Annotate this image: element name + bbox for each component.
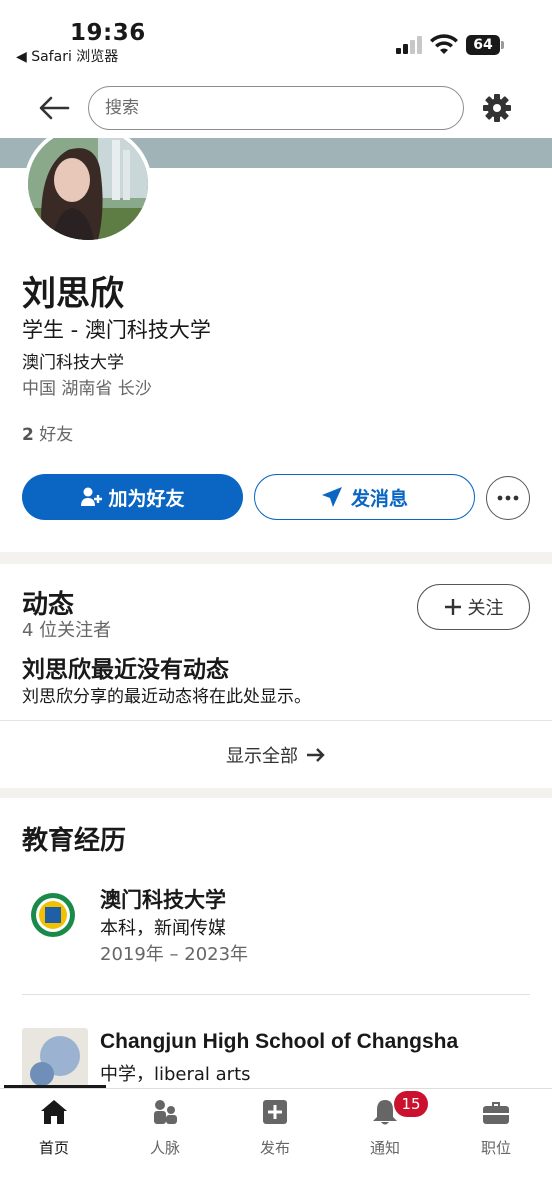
message-label: 发消息 xyxy=(350,487,408,510)
back-to-safari-link[interactable]: ◀ Safari 浏览器 xyxy=(16,46,118,66)
gear-icon[interactable] xyxy=(482,93,512,123)
tab-jobs[interactable]: 职位 xyxy=(446,1097,546,1161)
activity-empty-title: 刘思欣最近没有动态 xyxy=(22,657,229,683)
bottom-tab-bar: 首页 人脉 发布 通知 15 职位 xyxy=(0,1085,552,1200)
education-title: 教育经历 xyxy=(22,826,127,856)
profile-school[interactable]: 澳门科技大学 xyxy=(22,348,124,373)
activity-divider xyxy=(0,720,552,721)
ellipsis-icon xyxy=(497,495,519,501)
send-icon xyxy=(321,487,342,507)
tab-jobs-label: 职位 xyxy=(480,1139,511,1157)
home-icon xyxy=(41,1100,67,1124)
profile-card: 刘思欣 学生 - 澳门科技大学 澳门科技大学 中国 湖南省 长沙 2 好友 加为… xyxy=(0,138,552,552)
show-all-label: 显示全部 xyxy=(226,746,298,767)
education-degree: 本科，新闻传媒 xyxy=(100,918,226,939)
briefcase-icon xyxy=(483,1102,509,1124)
add-person-icon xyxy=(81,487,103,506)
more-options-button[interactable] xyxy=(486,476,530,520)
school-placeholder-icon xyxy=(30,1036,80,1086)
arrow-right-icon xyxy=(307,748,325,762)
message-button[interactable]: 发消息 xyxy=(254,474,475,520)
avatar-photo xyxy=(28,138,148,240)
education-dates: 2019年 – 2023年 xyxy=(100,944,249,965)
friends-number: 2 xyxy=(22,425,34,445)
tab-home-label: 首页 xyxy=(38,1139,69,1157)
top-nav xyxy=(0,80,552,138)
follow-label: 关注 xyxy=(467,598,504,619)
friends-count[interactable]: 2 好友 xyxy=(22,420,73,445)
profile-headline: 学生 - 澳门科技大学 xyxy=(22,318,211,342)
profile-location: 中国 湖南省 长沙 xyxy=(22,379,152,399)
education-degree: 中学，liberal arts xyxy=(100,1064,251,1085)
education-divider xyxy=(22,994,530,995)
activity-card: 动态 4 位关注者 关注 刘思欣最近没有动态 刘思欣分享的最近动态将在此处显示。… xyxy=(0,564,552,788)
status-bar: 19:36 ◀ Safari 浏览器 64 xyxy=(0,0,552,80)
post-icon xyxy=(263,1100,287,1124)
battery-icon: 64 xyxy=(466,35,504,55)
network-icon xyxy=(154,1100,177,1124)
notification-badge: 15 xyxy=(394,1091,428,1117)
back-arrow-icon[interactable] xyxy=(36,90,72,126)
followers-count: 4 位关注者 xyxy=(22,620,112,641)
follow-button[interactable]: 关注 xyxy=(417,584,530,630)
wifi-icon xyxy=(430,34,458,54)
active-tab-indicator xyxy=(4,1085,106,1088)
plus-icon xyxy=(444,599,461,615)
add-friend-label: 加为好友 xyxy=(108,487,185,510)
battery-level: 64 xyxy=(466,35,500,55)
add-friend-button[interactable]: 加为好友 xyxy=(22,474,243,520)
avatar[interactable] xyxy=(24,138,152,244)
education-school-name[interactable]: Changjun High School of Changsha xyxy=(100,1030,458,1054)
tab-network-label: 人脉 xyxy=(149,1139,180,1157)
tab-home[interactable]: 首页 xyxy=(4,1097,104,1161)
friends-label: 好友 xyxy=(39,425,74,445)
education-card: 教育经历 澳门科技大学 本科，新闻传媒 2019年 – 2023年 Changj… xyxy=(0,798,552,1088)
education-school-name[interactable]: 澳门科技大学 xyxy=(100,884,226,914)
tab-post[interactable]: 发布 xyxy=(225,1097,325,1161)
school-placeholder-logo[interactable] xyxy=(22,1028,88,1088)
tab-post-label: 发布 xyxy=(259,1139,290,1157)
must-school-logo[interactable] xyxy=(30,892,76,938)
show-all-button[interactable]: 显示全部 xyxy=(0,722,552,788)
profile-name: 刘思欣 xyxy=(22,274,124,314)
cellular-signal-icon xyxy=(396,36,424,54)
tab-notifications-label: 通知 xyxy=(369,1139,400,1157)
tab-network[interactable]: 人脉 xyxy=(115,1097,215,1161)
activity-empty-desc: 刘思欣分享的最近动态将在此处显示。 xyxy=(22,687,311,707)
search-box[interactable] xyxy=(88,86,464,130)
search-input[interactable] xyxy=(89,87,463,129)
status-time: 19:36 xyxy=(70,20,146,46)
